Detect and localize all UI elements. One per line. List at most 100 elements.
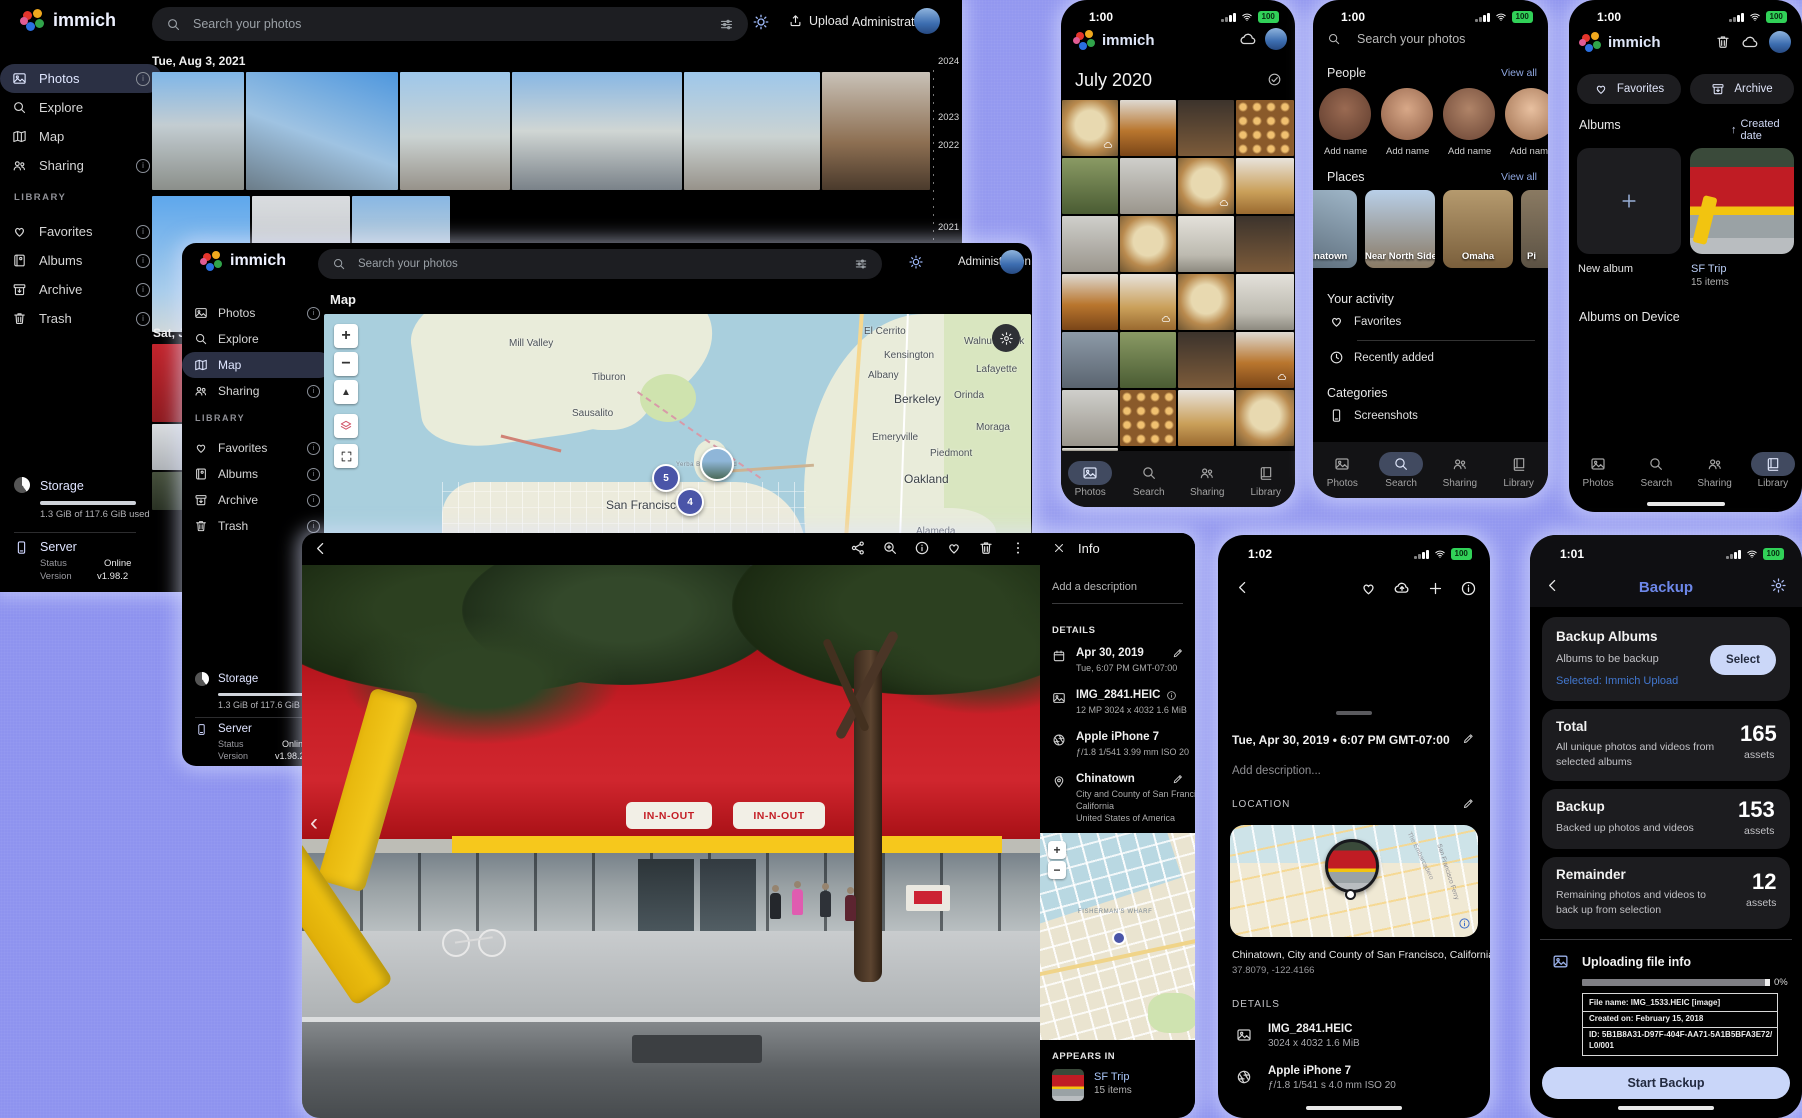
photo-tile[interactable]	[684, 72, 820, 190]
sidebar-item-photos[interactable]: Photos i	[0, 64, 162, 93]
sidebar-item-explore[interactable]: Explore	[182, 326, 332, 352]
start-backup-button[interactable]: Start Backup	[1542, 1067, 1790, 1099]
screenshots-row[interactable]: Screenshots	[1329, 408, 1418, 423]
photo-tile[interactable]	[1236, 274, 1294, 330]
cloud-upload-icon[interactable]	[1393, 579, 1411, 597]
location-map[interactable]: San Francisco Ferry The Embarcadero	[1230, 825, 1478, 937]
favorite-icon[interactable]	[946, 540, 962, 556]
photo-viewer-image[interactable]: IN-N-OUT IN-N-OUT	[302, 565, 1040, 1118]
avatar[interactable]	[1265, 28, 1287, 50]
back-button[interactable]	[312, 540, 329, 557]
photo-tile[interactable]	[1236, 390, 1294, 446]
nav-search[interactable]: Search	[1634, 452, 1678, 489]
sidebar-item-archive[interactable]: Archive i	[182, 487, 332, 513]
map-cluster-marker[interactable]: 5	[652, 464, 680, 492]
map-settings-button[interactable]	[992, 324, 1020, 352]
delete-icon[interactable]	[978, 540, 994, 556]
map-cluster-marker[interactable]: 4	[676, 488, 704, 516]
favorites-button[interactable]: Favorites	[1577, 74, 1681, 104]
sheet-drag-handle[interactable]	[1336, 711, 1372, 715]
scrubber-year[interactable]: 2024	[938, 56, 959, 67]
people-view-all[interactable]: View all	[1501, 67, 1537, 79]
photo-tile[interactable]	[246, 72, 398, 190]
zoom-icon[interactable]	[882, 540, 898, 556]
nav-sharing[interactable]: Sharing	[1693, 452, 1737, 489]
edit-date-button[interactable]	[1172, 647, 1184, 659]
map-zoom-out-button[interactable]: −	[334, 352, 358, 376]
map-zoom-in-button[interactable]: +	[1048, 841, 1066, 859]
nav-sharing[interactable]: Sharing	[1438, 452, 1482, 489]
photo-tile[interactable]	[1062, 158, 1118, 214]
places-view-all[interactable]: View all	[1501, 171, 1537, 183]
sidebar-item-map[interactable]: Map	[182, 352, 332, 378]
recently-added-row[interactable]: Recently added	[1329, 350, 1434, 365]
map-zoom-out-button[interactable]: −	[1048, 861, 1066, 879]
face-circle[interactable]	[1381, 88, 1433, 140]
settings-button[interactable]	[1770, 577, 1787, 594]
app-logo[interactable]: immich	[202, 251, 286, 271]
map-attribution-icon[interactable]	[1458, 917, 1471, 930]
photo-tile[interactable]	[1120, 390, 1176, 446]
info-icon[interactable]	[1460, 580, 1477, 597]
face-circle[interactable]	[1319, 88, 1371, 140]
more-options-icon[interactable]	[1010, 540, 1026, 556]
scrubber-year[interactable]: 2021	[938, 222, 959, 233]
map-fullscreen-button[interactable]	[334, 444, 358, 468]
add-name-label[interactable]: Add name	[1324, 146, 1367, 157]
scrubber-year[interactable]: 2022	[938, 140, 959, 151]
place-card[interactable]: Pi	[1521, 190, 1548, 268]
sidebar-item-map[interactable]: Map	[0, 122, 162, 151]
new-album-card[interactable]	[1577, 148, 1681, 254]
photo-tile[interactable]	[1120, 332, 1176, 388]
select-button[interactable]: Select	[1710, 645, 1776, 675]
favorite-icon[interactable]	[1360, 580, 1377, 597]
photo-tile[interactable]	[1236, 158, 1294, 214]
photo-tile[interactable]	[1178, 216, 1234, 272]
nav-photos[interactable]: Photos	[1068, 461, 1112, 498]
map-layers-toggle-button[interactable]	[334, 414, 358, 438]
search-input[interactable]: Search your photos	[152, 7, 748, 41]
sidebar-item-sharing[interactable]: Sharing i	[0, 151, 162, 180]
upload-button[interactable]: Upload	[788, 13, 849, 28]
favorites-row[interactable]: Favorites	[1329, 314, 1401, 329]
scrubber-year[interactable]: 2023	[938, 112, 959, 123]
face-circle[interactable]	[1443, 88, 1495, 140]
nav-search[interactable]: Search	[1379, 452, 1423, 489]
prev-photo-chevron[interactable]: ‹	[310, 809, 318, 837]
photo-tile[interactable]	[1178, 274, 1234, 330]
photo-tile[interactable]	[1178, 100, 1234, 156]
nav-photos[interactable]: Photos	[1576, 452, 1620, 489]
close-info-button[interactable]	[1052, 541, 1066, 555]
sidebar-item-explore[interactable]: Explore	[0, 93, 162, 122]
photo-tile[interactable]	[1236, 100, 1294, 156]
nav-photos[interactable]: Photos	[1320, 452, 1364, 489]
photo-tile[interactable]	[1062, 274, 1118, 330]
place-card[interactable]: Chinatown	[1313, 190, 1357, 268]
photo-tile[interactable]	[1236, 216, 1294, 272]
info-map[interactable]: FISHERMAN'S WHARF + −	[1040, 833, 1195, 1040]
description-placeholder[interactable]: Add description...	[1232, 765, 1321, 777]
info-icon[interactable]	[914, 540, 930, 556]
theme-toggle-button[interactable]	[908, 254, 924, 270]
sidebar-item-albums[interactable]: Albums i	[0, 246, 162, 275]
description-placeholder[interactable]: Add a description	[1052, 581, 1137, 593]
photo-tile[interactable]	[1062, 216, 1118, 272]
photo-tile[interactable]	[512, 72, 682, 190]
share-icon[interactable]	[850, 540, 866, 556]
photo-tile[interactable]	[1120, 216, 1176, 272]
photo-tile[interactable]	[1120, 158, 1176, 214]
sidebar-item-archive[interactable]: Archive i	[0, 275, 162, 304]
photo-marker-thumbnail[interactable]	[700, 447, 734, 481]
photo-tile[interactable]	[1178, 390, 1234, 446]
album-card[interactable]	[1690, 148, 1794, 254]
nav-search[interactable]: Search	[1127, 461, 1171, 498]
nav-library[interactable]: Library	[1497, 452, 1541, 489]
photo-tile[interactable]	[1178, 332, 1234, 388]
plus-icon[interactable]	[1427, 580, 1444, 597]
avatar[interactable]	[914, 8, 940, 34]
add-name-label[interactable]: Add name	[1386, 146, 1429, 157]
edit-location-button[interactable]	[1462, 797, 1475, 810]
sort-button[interactable]: ↑ Created date	[1731, 118, 1802, 142]
album-name[interactable]: SF Trip	[1691, 263, 1726, 275]
back-button[interactable]	[1234, 579, 1251, 596]
